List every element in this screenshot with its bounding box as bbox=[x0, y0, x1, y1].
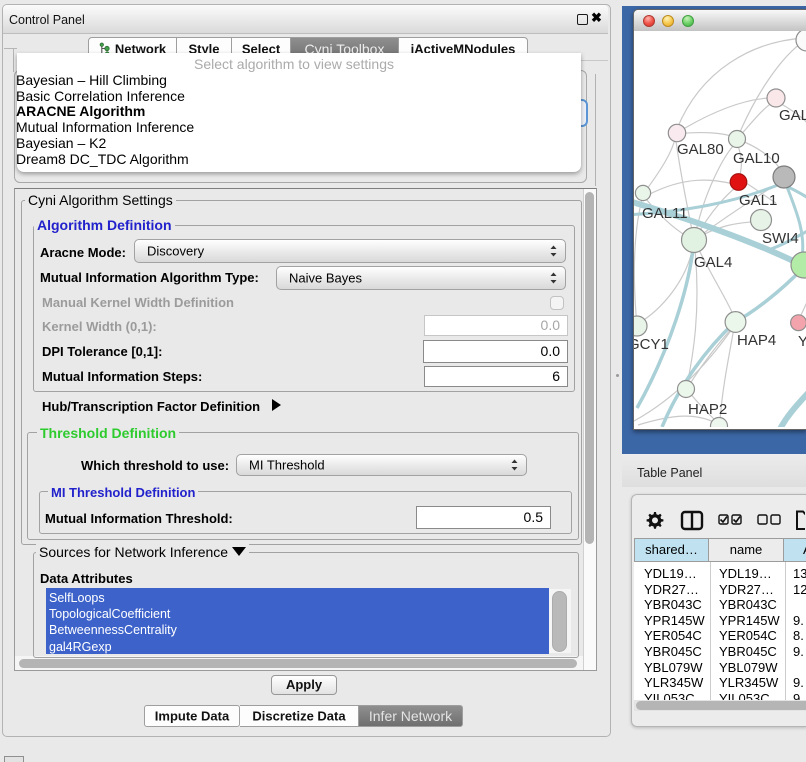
svg-text:HAP4: HAP4 bbox=[737, 332, 776, 349]
svg-text:GCY1: GCY1 bbox=[634, 336, 669, 353]
svg-text:GAL10: GAL10 bbox=[733, 150, 780, 167]
svg-text:YE: YE bbox=[798, 333, 806, 350]
svg-text:HAP2: HAP2 bbox=[688, 401, 727, 418]
svg-text:GAL4: GAL4 bbox=[694, 254, 732, 271]
svg-text:GAL1: GAL1 bbox=[739, 192, 777, 209]
svg-text:GAL11: GAL11 bbox=[642, 205, 688, 222]
svg-text:SWI4: SWI4 bbox=[762, 230, 799, 247]
svg-text:GAL80: GAL80 bbox=[677, 141, 724, 158]
svg-text:GAL7: GAL7 bbox=[779, 107, 806, 124]
